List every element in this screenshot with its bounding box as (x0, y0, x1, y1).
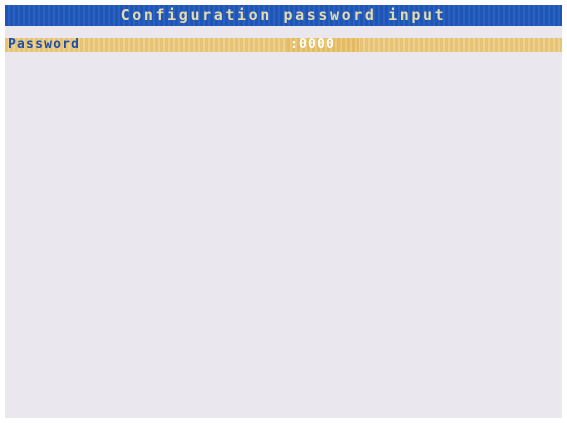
title-bar: Configuration password input (5, 5, 562, 26)
page-title: Configuration password input (120, 6, 447, 24)
password-field[interactable]: :0000 (290, 38, 335, 52)
config-screen: Configuration password input Password :0… (5, 5, 562, 418)
password-label: Password (8, 37, 81, 52)
password-row[interactable]: Password :0000 (5, 38, 562, 52)
